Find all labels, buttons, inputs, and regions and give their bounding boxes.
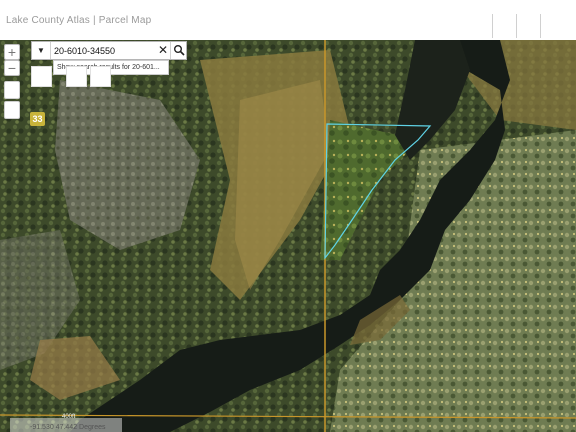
map-tool-button[interactable] [4, 101, 20, 119]
aerial-imagery [0, 40, 576, 432]
search-tab[interactable] [31, 66, 52, 87]
zoom-in-button[interactable]: + [4, 44, 20, 60]
chevron-down-icon[interactable]: ▼ [32, 42, 51, 59]
zoom-out-button[interactable]: − [4, 60, 20, 76]
map-view[interactable] [0, 40, 576, 432]
header-divider [516, 14, 517, 38]
app-header: Lake County Atlas | Parcel Map [0, 0, 576, 41]
scale-label: 400ft [62, 414, 76, 420]
close-icon[interactable]: ✕ [156, 42, 170, 59]
search-tab[interactable] [66, 66, 87, 87]
header-divider [540, 14, 541, 38]
search-icon [174, 45, 185, 56]
search-tab[interactable] [90, 66, 111, 87]
search-button[interactable] [170, 42, 187, 59]
search-bar: ▼ ✕ [31, 41, 187, 60]
highway-shield: 33 [30, 112, 45, 126]
search-input[interactable] [54, 43, 154, 58]
app-title: Lake County Atlas | Parcel Map [6, 15, 152, 26]
header-divider [492, 14, 493, 38]
coordinate-readout: -91.530 47.442 Degrees [30, 424, 106, 431]
map-tool-button[interactable] [4, 81, 20, 99]
